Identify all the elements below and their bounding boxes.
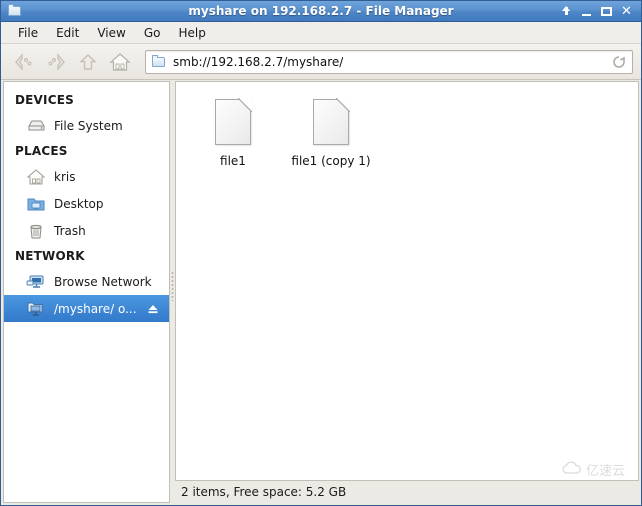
file-item[interactable]: file1 (copy 1) [284,94,378,168]
content-area: DEVICES File System PLACES kris Desktop … [1,80,641,505]
sidebar-section-devices: DEVICES [15,93,74,107]
home-button[interactable] [105,48,135,76]
hard-drive-icon [26,117,46,135]
title-bar[interactable]: myshare on 192.168.2.7 - File Manager ✕ [1,1,641,22]
file-item[interactable]: file1 [186,94,280,168]
status-text: 2 items, Free space: 5.2 GB [181,485,347,499]
file-list-view[interactable]: file1 file1 (copy 1) [175,81,639,481]
status-bar: 2 items, Free space: 5.2 GB [175,481,639,503]
sidebar-item-label: Trash [54,223,86,238]
arrow-up-icon [79,53,97,70]
file-manager-window: myshare on 192.168.2.7 - File Manager ✕ … [0,0,642,506]
close-button[interactable]: ✕ [620,5,633,18]
menu-go[interactable]: Go [135,24,170,42]
sidebar-item-desktop[interactable]: Desktop [4,190,169,217]
sidebar-item-trash[interactable]: Trash [4,217,169,244]
window-title: myshare on 192.168.2.7 - File Manager [188,3,454,18]
window-controls: ✕ [560,5,637,18]
sidebar-item-file-system[interactable]: File System [4,112,169,139]
arrow-left-icon [15,52,32,71]
network-share-icon [26,300,46,318]
navigation-toolbar: smb://192.168.2.7/myshare/ [1,44,641,80]
sidebar-section-network: NETWORK [15,249,85,263]
sidebar-item-label: /myshare/ o... [54,301,137,316]
minimize-button[interactable] [580,5,593,18]
sidebar-item-label: Desktop [54,196,104,211]
menu-help[interactable]: Help [169,24,214,42]
arrow-right-icon [48,52,65,71]
path-bar[interactable]: smb://192.168.2.7/myshare/ [145,49,633,74]
menu-file[interactable]: File [9,24,47,42]
trash-icon [26,222,46,240]
path-folder-icon [152,54,168,70]
file-item-label: file1 [220,154,246,168]
menu-view[interactable]: View [88,24,134,42]
pane-splitter[interactable] [170,81,175,503]
splitter-grip [171,271,174,301]
file-item-label: file1 (copy 1) [291,154,371,168]
file-pane-wrapper: file1 file1 (copy 1) 2 items, Free space… [175,81,639,503]
window-folder-icon [7,3,23,19]
eject-icon[interactable] [147,303,159,315]
reload-icon [613,55,625,68]
menu-edit[interactable]: Edit [47,24,88,42]
sidebar-item-kris[interactable]: kris [4,163,169,190]
home-icon [26,168,46,186]
document-icon [211,98,255,148]
path-value: smb://192.168.2.7/myshare/ [173,54,344,69]
network-icon [26,273,46,291]
sidebar-item-myshare[interactable]: /myshare/ o... [4,295,169,322]
sidebar-item-browse-network[interactable]: Browse Network [4,268,169,295]
document-icon [309,98,353,148]
forward-button[interactable] [41,48,71,76]
places-sidebar: DEVICES File System PLACES kris Desktop … [3,81,170,503]
sidebar-section-places: PLACES [15,144,68,158]
shade-button[interactable] [560,5,573,18]
maximize-button[interactable] [600,5,613,18]
reload-button[interactable] [610,53,628,71]
home-icon [109,52,131,71]
menu-bar: File Edit View Go Help [1,22,641,44]
desktop-folder-icon [26,195,46,213]
sidebar-item-label: File System [54,118,123,133]
up-button[interactable] [73,48,103,76]
back-button[interactable] [9,48,39,76]
sidebar-item-label: Browse Network [54,274,152,289]
sidebar-item-label: kris [54,169,76,184]
